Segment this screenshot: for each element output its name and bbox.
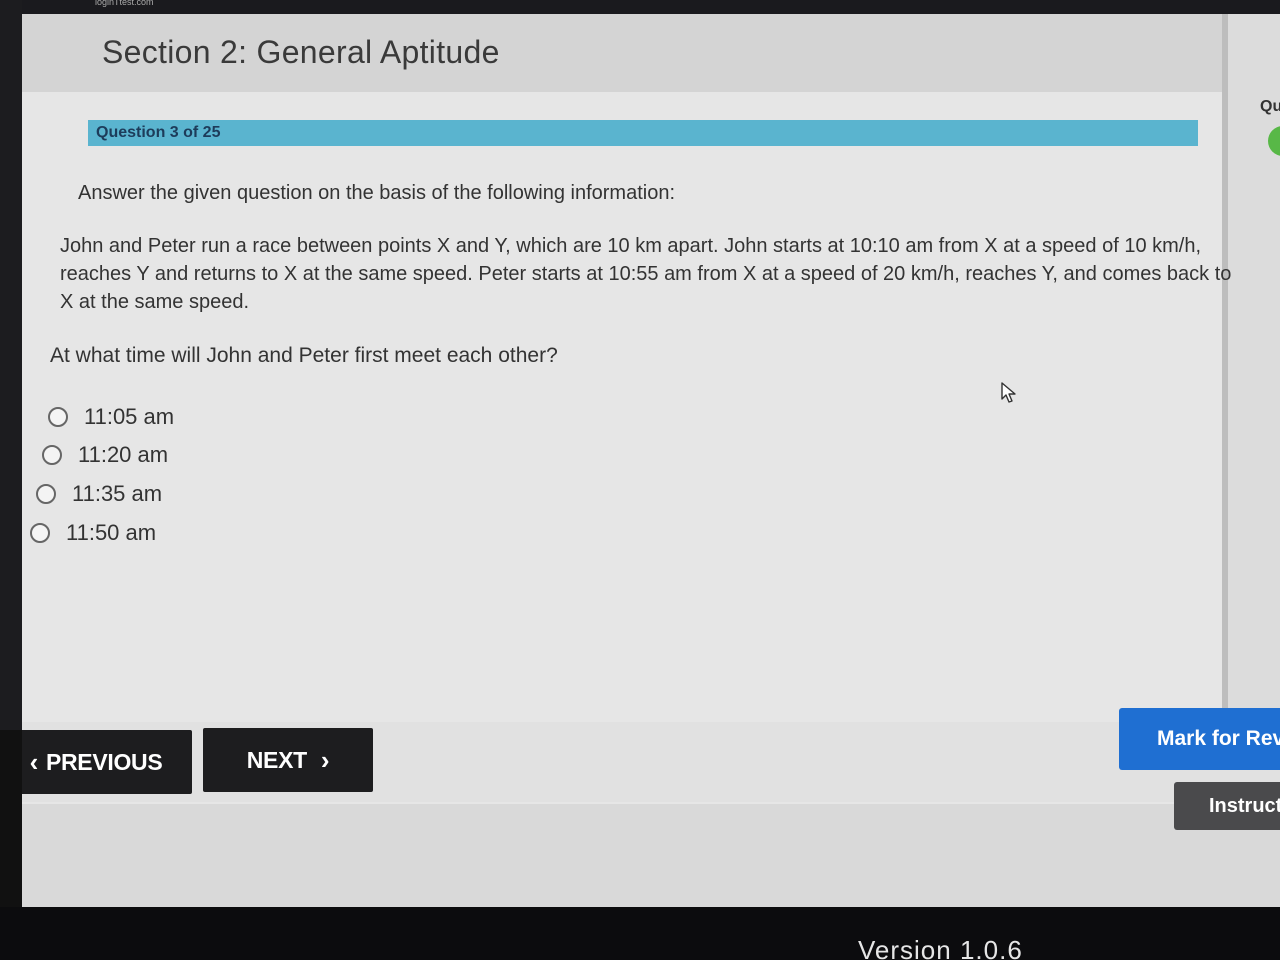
mark-for-review-label: Mark for Revi — [1157, 727, 1280, 750]
version-label: Version 1.0.6 — [858, 935, 1023, 960]
next-label: NEXT — [246, 746, 307, 773]
section-header: Section 2: General Aptitude — [22, 14, 1222, 92]
question-prompt: At what time will John and Peter first m… — [50, 344, 558, 367]
palette-scroll-strip[interactable] — [1222, 14, 1228, 734]
mark-for-review-button[interactable]: Mark for Revi — [1119, 708, 1280, 770]
previous-label: PREVIOUS — [45, 748, 163, 775]
question-instruction: Answer the given question on the basis o… — [78, 182, 676, 204]
option-label: 11:20 am — [78, 442, 169, 467]
option-4[interactable]: 11:50 am — [30, 518, 156, 548]
palette-label: Qu — [1260, 98, 1280, 115]
screen-bezel-left — [0, 0, 22, 730]
instructions-button[interactable]: Instruct — [1174, 782, 1280, 830]
answered-status-dot[interactable] — [1268, 126, 1280, 156]
radio-unselected-icon[interactable] — [36, 484, 56, 504]
option-label: 11:35 am — [72, 481, 163, 506]
chevron-right-icon: › — [320, 744, 330, 775]
option-label: 11:05 am — [84, 404, 175, 429]
device-footer: Version 1.0.6 — [0, 907, 1280, 960]
option-3[interactable]: 11:35 am — [36, 479, 162, 509]
instructions-label: Instruct — [1209, 794, 1280, 817]
question-passage: John and Peter run a race between points… — [60, 235, 1232, 313]
exam-screen: Section 2: General Aptitude ▲ Qu Questio… — [22, 14, 1280, 907]
browser-url-fragment: loginTtest.com — [95, 0, 154, 7]
question-counter: Question 3 of 25 — [96, 124, 221, 141]
option-1[interactable]: 11:05 am — [48, 402, 174, 432]
lower-panel — [22, 804, 1280, 907]
section-title: Section 2: General Aptitude — [102, 34, 500, 70]
question-counter-bar: Question 3 of 25 — [88, 120, 1198, 146]
question-palette-panel: Qu — [1222, 14, 1280, 734]
radio-unselected-icon[interactable] — [42, 445, 62, 465]
option-label: 11:50 am — [66, 520, 157, 545]
previous-button[interactable]: ‹ PREVIOUS — [22, 730, 192, 794]
chevron-left-icon: ‹ — [29, 746, 39, 777]
next-button[interactable]: NEXT › — [203, 728, 373, 792]
mouse-pointer-icon — [1001, 382, 1016, 403]
radio-unselected-icon[interactable] — [48, 407, 68, 427]
answer-options: 11:05 am 11:20 am 11:35 am 11:50 am — [22, 402, 422, 562]
option-2[interactable]: 11:20 am — [42, 440, 168, 470]
radio-unselected-icon[interactable] — [30, 523, 50, 543]
